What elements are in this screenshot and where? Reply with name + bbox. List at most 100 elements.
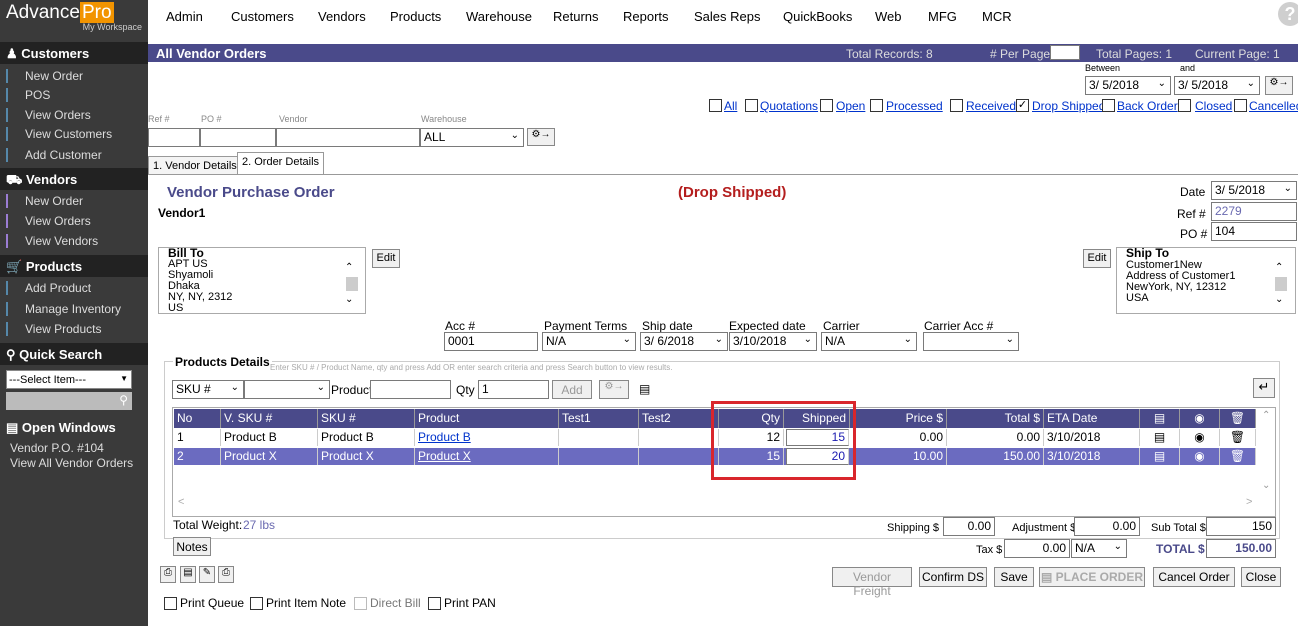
vendor-freight-button[interactable]: Vendor Freight (832, 567, 912, 598)
scroll-up-icon[interactable]: ⌃ (1262, 410, 1270, 421)
nav-sales-reps[interactable]: Sales Reps (694, 9, 760, 24)
row2-eye-icon[interactable]: ◉ (1180, 448, 1220, 465)
close-button[interactable]: Close (1241, 567, 1281, 587)
col-header-test2[interactable]: Test2 (639, 409, 719, 428)
shipping-input[interactable]: 0.00 (943, 517, 995, 536)
sidebar-item-view-products[interactable]: View Products (6, 322, 146, 336)
filter-open[interactable]: Open (836, 99, 865, 113)
ref-number-input[interactable]: 2279 (1211, 202, 1297, 221)
filter-cancelled[interactable]: Cancelled (1249, 99, 1298, 113)
payment-terms-select[interactable]: N/A ⌄ (542, 332, 636, 351)
search-button[interactable]: ⚙→ (527, 128, 555, 146)
sidebar-item-vendor-new-order[interactable]: New Order (6, 194, 146, 208)
print-pan-checkbox[interactable] (428, 597, 441, 610)
filter-open-checkbox[interactable] (820, 99, 833, 112)
nav-quickbooks[interactable]: QuickBooks (783, 9, 852, 24)
col-header-no[interactable]: No (174, 409, 221, 428)
acc-input[interactable]: 0001 (444, 332, 538, 351)
col-header-view[interactable]: ◉ (1180, 409, 1220, 428)
nav-admin[interactable]: Admin (166, 9, 203, 24)
filter-back-order[interactable]: Back Order (1117, 99, 1178, 113)
help-icon[interactable]: ? (1278, 2, 1298, 26)
sku-select[interactable]: ⌄ (244, 380, 330, 399)
nav-products[interactable]: Products (390, 9, 441, 24)
product-input[interactable] (370, 380, 451, 399)
order-date-picker[interactable]: 3/ 5/2018 ⌄ (1211, 181, 1297, 200)
open-window-all-vendor-orders[interactable]: View All Vendor Orders (10, 456, 133, 470)
col-header-product[interactable]: Product (415, 409, 559, 428)
col-header-eta[interactable]: ETA Date (1044, 409, 1140, 428)
sidebar-item-view-orders[interactable]: View Orders (6, 108, 146, 122)
ship-date-picker[interactable]: 3/ 6/2018 ⌄ (640, 332, 728, 351)
filter-closed[interactable]: Closed (1195, 99, 1232, 113)
scroll-down-icon[interactable]: ⌄ (345, 294, 353, 305)
sidebar-vendors-header[interactable]: ⛟ Vendors (0, 168, 148, 190)
carrier-select[interactable]: N/A ⌄ (821, 332, 917, 351)
tax-input[interactable]: 0.00 (1004, 539, 1070, 558)
qty-input[interactable]: 1 (478, 380, 549, 399)
filter-received[interactable]: Received (966, 99, 1016, 113)
filter-drop-shipped[interactable]: Drop Shipped (1032, 99, 1105, 113)
filter-closed-checkbox[interactable] (1178, 99, 1191, 112)
filter-processed-checkbox[interactable] (870, 99, 883, 112)
filter-drop-shipped-checkbox[interactable]: ✓ (1016, 99, 1029, 112)
scrollbar-thumb[interactable] (346, 277, 358, 291)
warehouse-select[interactable]: ALL ⌄ (420, 128, 524, 147)
tab-vendor-details[interactable]: 1. Vendor Details (148, 156, 242, 175)
scroll-up-icon[interactable]: ⌃ (1275, 262, 1283, 273)
sidebar-item-manage-inventory[interactable]: Manage Inventory (6, 302, 146, 316)
enter-return-icon[interactable]: ↵ (1253, 378, 1275, 398)
filter-cancelled-checkbox[interactable] (1234, 99, 1247, 112)
cancel-order-button[interactable]: Cancel Order (1153, 567, 1235, 587)
col-header-vsku[interactable]: V. SKU # (221, 409, 318, 428)
row2-product-link[interactable]: Product X (415, 448, 559, 465)
sidebar-item-pos[interactable]: POS (6, 88, 146, 102)
scroll-right-icon[interactable]: > (1246, 496, 1252, 508)
nav-reports[interactable]: Reports (623, 9, 669, 24)
date-from-picker[interactable]: 3/ 5/2018 ⌄ (1085, 76, 1171, 95)
filter-quotations[interactable]: Quotations (760, 99, 818, 113)
quick-search-select[interactable]: ---Select Item--- ▼ (6, 370, 132, 389)
expected-date-picker[interactable]: 3/10/2018 ⌄ (729, 332, 817, 351)
confirm-ds-button[interactable]: Confirm DS (919, 567, 987, 587)
notes-button[interactable]: Notes (173, 537, 211, 556)
edit-pencil-icon[interactable]: ✎ (199, 566, 215, 583)
adjustment-input[interactable]: 0.00 (1074, 517, 1140, 536)
logo[interactable]: Advance Pro My Workspace (0, 0, 148, 36)
quick-search-input[interactable]: ⚲ (6, 392, 132, 410)
filter-quotations-checkbox[interactable] (745, 99, 758, 112)
col-header-price[interactable]: Price $ (850, 409, 947, 428)
sidebar-item-add-customer[interactable]: Add Customer (6, 148, 146, 162)
ref-input[interactable] (148, 128, 200, 147)
scroll-left-icon[interactable]: < (178, 496, 184, 508)
scroll-down-icon[interactable]: ⌄ (1262, 480, 1270, 491)
scroll-up-icon[interactable]: ⌃ (345, 262, 353, 273)
po-number-input[interactable]: 104 (1211, 222, 1297, 241)
place-order-button[interactable]: ▤ PLACE ORDER (1039, 567, 1145, 587)
date-to-picker[interactable]: 3/ 5/2018 ⌄ (1174, 76, 1260, 95)
save-button[interactable]: Save (994, 567, 1034, 587)
vendor-input[interactable] (276, 128, 420, 147)
col-header-notes[interactable]: ▤ (1140, 409, 1180, 428)
scroll-down-icon[interactable]: ⌄ (1275, 294, 1283, 305)
fax-icon[interactable]: ▤ (180, 566, 196, 583)
carrier-acc-select[interactable]: ⌄ (923, 332, 1019, 351)
row2-trash-icon[interactable]: 🗑 (1220, 448, 1256, 465)
row1-trash-icon[interactable]: 🗑 (1220, 429, 1256, 446)
nav-returns[interactable]: Returns (553, 9, 599, 24)
sku-type-select[interactable]: SKU # ⌄ (172, 380, 244, 399)
col-header-sku[interactable]: SKU # (318, 409, 415, 428)
bill-to-edit-button[interactable]: Edit (372, 249, 400, 268)
date-search-button[interactable]: ⚙→ (1265, 76, 1293, 95)
row1-eye-icon[interactable]: ◉ (1180, 429, 1220, 446)
direct-bill-checkbox[interactable] (354, 597, 367, 610)
tax-code-select[interactable]: N/A ⌄ (1071, 539, 1127, 558)
nav-web[interactable]: Web (875, 9, 902, 24)
filter-back-order-checkbox[interactable] (1102, 99, 1115, 112)
row1-notes-icon[interactable]: ▤ (1140, 429, 1180, 446)
sidebar-customers-header[interactable]: ♟ Customers (0, 42, 148, 64)
ship-to-edit-button[interactable]: Edit (1083, 249, 1111, 268)
scrollbar-thumb[interactable] (1275, 277, 1287, 291)
col-header-test1[interactable]: Test1 (559, 409, 639, 428)
print-item-note-checkbox[interactable] (250, 597, 263, 610)
